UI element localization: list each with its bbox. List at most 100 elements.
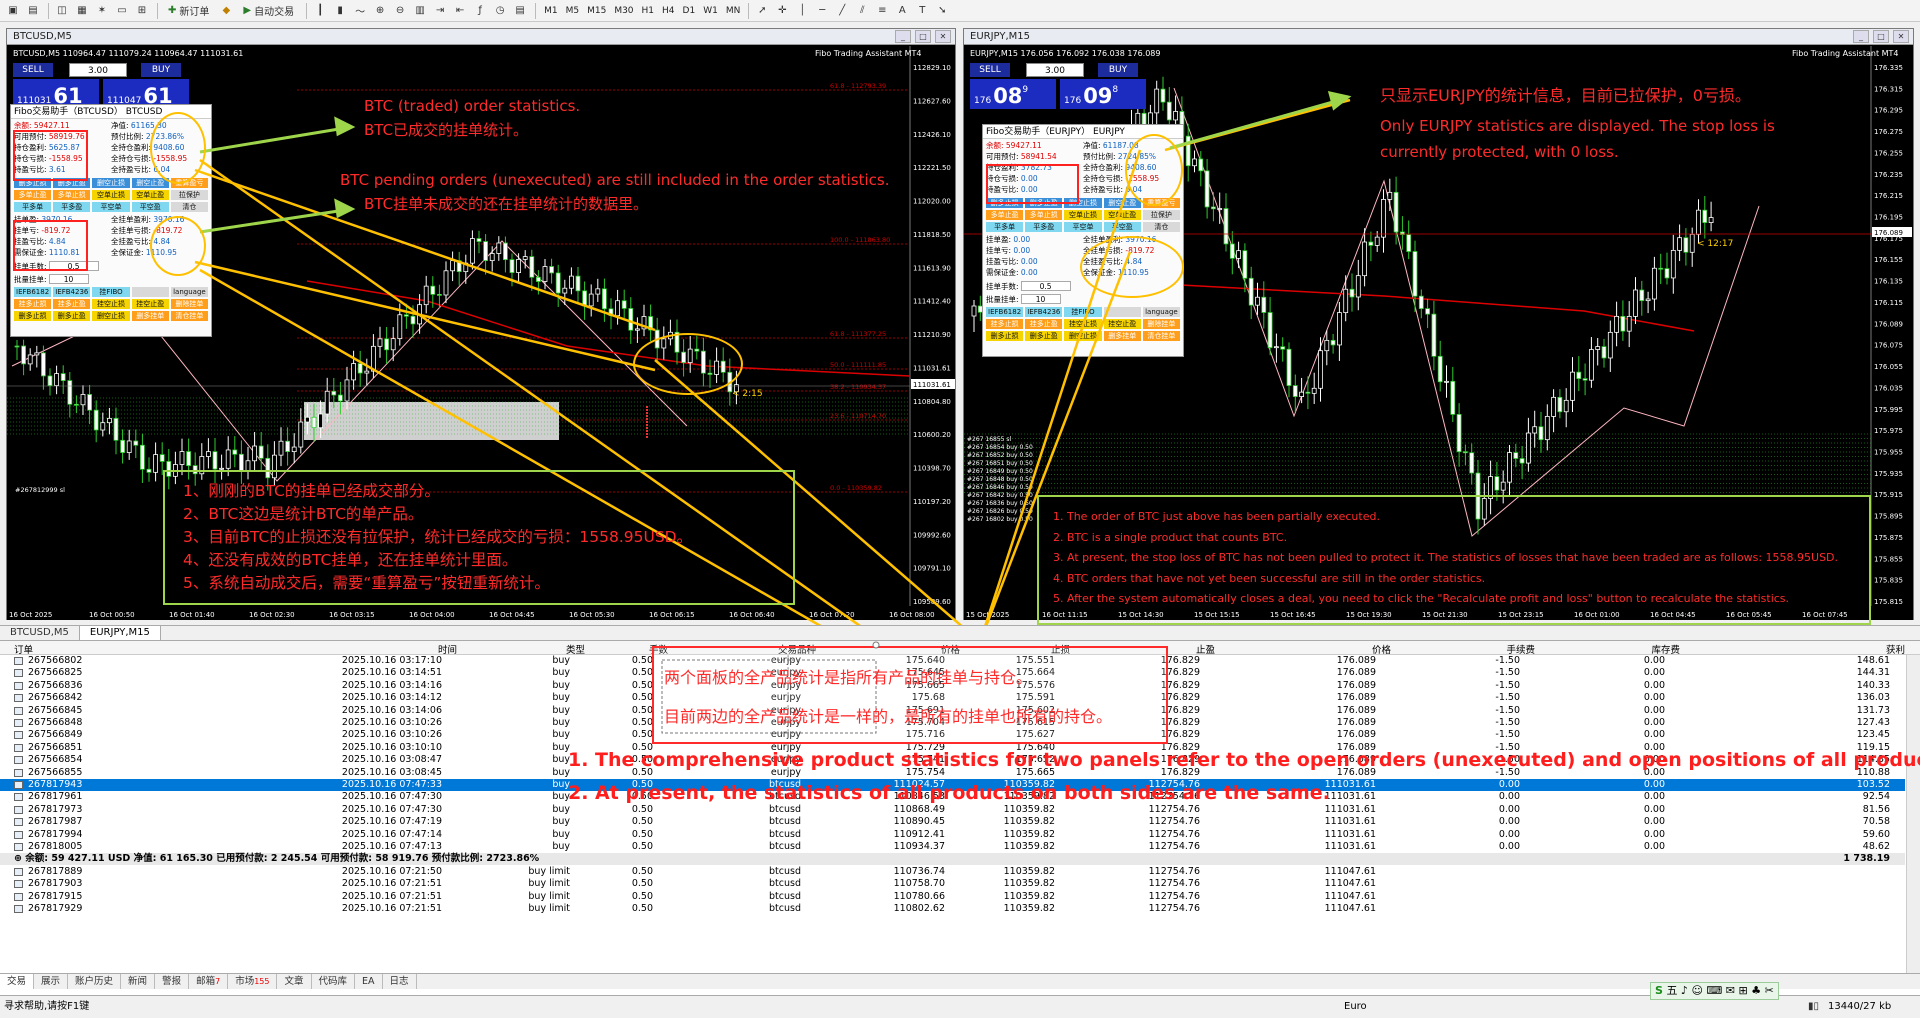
- right-panel-button[interactable]: IEFB6182: [986, 307, 1024, 317]
- table-row[interactable]: 267817987 2025.10.16 07:47:19 buy 0.50 btcus…: [0, 816, 1905, 828]
- left-panel-button[interactable]: IEFB6182: [14, 287, 52, 297]
- left-panel-button[interactable]: [131, 287, 169, 297]
- timeframe-m1[interactable]: M1: [540, 6, 562, 16]
- new-chart-icon[interactable]: ▣: [4, 2, 22, 20]
- right-ask-price[interactable]: 176 09 8: [1060, 79, 1146, 109]
- arrows-icon[interactable]: ➘: [933, 2, 951, 20]
- left-panel-button[interactable]: 挂FIBO: [92, 287, 130, 297]
- left-batch-input[interactable]: 10: [48, 274, 89, 284]
- text-icon[interactable]: A: [893, 2, 911, 20]
- left-panel-button[interactable]: 平多单: [14, 202, 52, 212]
- right-panel-button[interactable]: 清仓: [1142, 222, 1181, 232]
- table-row[interactable]: 267818005 2025.10.16 07:47:13 buy 0.50 btcus…: [0, 841, 1905, 853]
- pending-order-row[interactable]: 267817903 2025.10.16 07:21:51 buy limit 0.5…: [0, 878, 1905, 890]
- terminal-tab-journal[interactable]: 日志: [383, 974, 417, 989]
- auto-trading-button[interactable]: ▶ 自动交易: [237, 2, 300, 20]
- timeframe-h4[interactable]: H4: [658, 6, 679, 16]
- left-panel-button[interactable]: 删空止损: [92, 178, 130, 188]
- terminal-tab-alerts[interactable]: 警报: [155, 974, 190, 989]
- metaeditor-icon[interactable]: ◆: [217, 2, 235, 20]
- data-window-icon[interactable]: ▦: [73, 2, 91, 20]
- right-panel-button[interactable]: 多单止盈: [986, 210, 1024, 220]
- close-icon[interactable]: ✕: [935, 30, 951, 43]
- right-panel-button[interactable]: 删空止损: [1064, 331, 1102, 341]
- navigator-icon[interactable]: ✶: [93, 2, 111, 20]
- right-panel-button[interactable]: 挂多止损: [986, 319, 1024, 329]
- market-watch-icon[interactable]: ◫: [53, 2, 71, 20]
- right-buy-button[interactable]: BUY: [1098, 63, 1138, 77]
- fibo-icon[interactable]: ≡: [873, 2, 891, 20]
- minimize-icon[interactable]: _: [1853, 30, 1869, 43]
- left-panel-button[interactable]: 删多止损: [14, 311, 52, 321]
- terminal-tab-market[interactable]: 市场155: [228, 974, 278, 989]
- right-panel-button[interactable]: 平空盈: [1103, 222, 1141, 232]
- timeframe-h1[interactable]: H1: [638, 6, 659, 16]
- channel-icon[interactable]: ⫽: [853, 2, 871, 20]
- table-header-cell[interactable]: 止盈: [1196, 642, 1215, 656]
- zoom-out-icon[interactable]: ⊖: [391, 2, 409, 20]
- left-panel-button[interactable]: 平空盈: [131, 202, 169, 212]
- left-panel-button[interactable]: 挂空止损: [92, 299, 130, 309]
- maximize-icon[interactable]: □: [1873, 30, 1889, 43]
- terminal-tab-articles[interactable]: 文章: [277, 974, 312, 989]
- left-panel-button[interactable]: 清仓挂单: [170, 311, 209, 321]
- timeframe-m15[interactable]: M15: [583, 6, 610, 16]
- left-panel-button[interactable]: 平多盈: [53, 202, 91, 212]
- pending-order-row[interactable]: 267817915 2025.10.16 07:21:51 buy limit 0.5…: [0, 891, 1905, 903]
- left-buy-button[interactable]: BUY: [141, 63, 181, 77]
- left-panel-button[interactable]: 删除挂单: [170, 299, 209, 309]
- horizontal-line-icon[interactable]: ─: [813, 2, 831, 20]
- templates-icon[interactable]: ▤: [511, 2, 529, 20]
- ime-indicator[interactable]: S 五 ♪ ☺ ⌨ ✉ ⊞ ♣ ✂: [1650, 982, 1779, 1000]
- right-panel-button[interactable]: 挂多止盈: [1025, 319, 1063, 329]
- right-panel-button[interactable]: 删空止盈: [1103, 198, 1141, 208]
- right-panel-button[interactable]: 挂空止盈: [1103, 319, 1141, 329]
- terminal-icon[interactable]: ▭: [113, 2, 131, 20]
- table-header-cell[interactable]: 价格: [1372, 642, 1391, 656]
- table-header-cell[interactable]: 库存费: [1651, 642, 1680, 656]
- vertical-line-icon[interactable]: │: [793, 2, 811, 20]
- right-panel-button[interactable]: 平空单: [1064, 222, 1102, 232]
- left-panel-button[interactable]: 空单止损: [92, 190, 130, 200]
- tile-windows-icon[interactable]: ▥: [411, 2, 429, 20]
- left-panel-button[interactable]: 空单止盈: [131, 190, 169, 200]
- maximize-icon[interactable]: □: [915, 30, 931, 43]
- new-order-button[interactable]: ✚ 新订单: [162, 2, 215, 20]
- right-panel-button[interactable]: 清仓挂单: [1142, 331, 1181, 341]
- periods-icon[interactable]: ◷: [491, 2, 509, 20]
- table-row[interactable]: 267817973 2025.10.16 07:47:30 buy 0.50 btcus…: [0, 804, 1905, 816]
- minimize-icon[interactable]: _: [895, 30, 911, 43]
- table-scrollbar[interactable]: [1906, 655, 1920, 973]
- table-header-cell[interactable]: 获利: [1886, 642, 1905, 656]
- terminal-tab-codebase[interactable]: 代码库: [312, 974, 356, 989]
- right-sell-button[interactable]: SELL: [970, 63, 1010, 77]
- terminal-tab-news[interactable]: 新闻: [121, 974, 156, 989]
- trendline-icon[interactable]: ╱: [833, 2, 851, 20]
- bar-chart-icon[interactable]: ┃: [311, 2, 329, 20]
- chart-tab-eurjpy[interactable]: EURJPY,M15: [79, 626, 161, 640]
- timeframe-d1[interactable]: D1: [679, 6, 700, 16]
- right-lot-input[interactable]: 3.00: [1026, 63, 1084, 77]
- left-panel-button[interactable]: 多单止损: [53, 190, 91, 200]
- label-icon[interactable]: T: [913, 2, 931, 20]
- right-batch-input[interactable]: 10: [1020, 294, 1061, 304]
- right-bid-price[interactable]: 176 08 9: [970, 79, 1056, 109]
- left-lot-input[interactable]: 3.00: [69, 63, 127, 77]
- autoscroll-icon[interactable]: ⇥: [431, 2, 449, 20]
- terminal-tab-trade[interactable]: 交易: [0, 974, 35, 989]
- right-panel-button[interactable]: 多单止损: [1025, 210, 1063, 220]
- pending-order-row[interactable]: 267817929 2025.10.16 07:21:51 buy limit 0.5…: [0, 903, 1905, 915]
- left-panel-button[interactable]: IEFB4236: [53, 287, 91, 297]
- terminal-tab-exposure[interactable]: 展示: [34, 974, 69, 989]
- left-panel-button[interactable]: 多单止盈: [14, 190, 52, 200]
- chart-tab-btcusd[interactable]: BTCUSD,M5: [0, 626, 80, 640]
- right-panel-button[interactable]: 删多挂单: [1103, 331, 1141, 341]
- left-panel-button[interactable]: 删多挂单: [131, 311, 169, 321]
- table-row[interactable]: 267817994 2025.10.16 07:47:14 buy 0.50 btcus…: [0, 829, 1905, 841]
- table-header-cell[interactable]: 类型: [566, 642, 585, 656]
- right-panel-button[interactable]: 拉保护: [1142, 210, 1181, 220]
- right-panel-button[interactable]: [1103, 307, 1141, 317]
- left-panel-button[interactable]: 删多止盈: [53, 311, 91, 321]
- right-panel-button[interactable]: 删多止损: [986, 331, 1024, 341]
- right-panel-button[interactable]: 挂空止损: [1064, 319, 1102, 329]
